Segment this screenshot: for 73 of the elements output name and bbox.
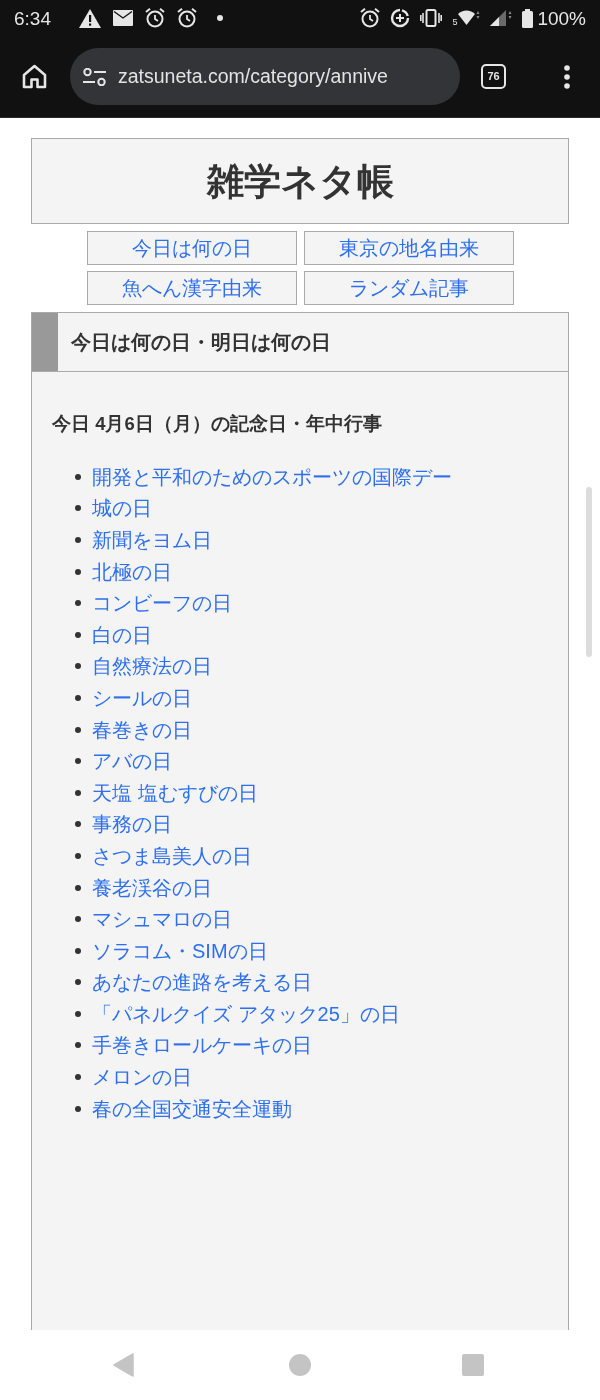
list-link[interactable]: 自然療法の日 <box>92 656 212 677</box>
list-link[interactable]: 事務の日 <box>92 814 172 835</box>
status-time: 6:34 <box>14 8 51 28</box>
list-link[interactable]: コンビーフの日 <box>92 593 232 614</box>
bullet-icon <box>75 1105 81 1112</box>
bullet-icon <box>75 1010 81 1017</box>
bullet-icon <box>75 758 81 765</box>
tab-switcher-button[interactable]: 76 <box>481 64 506 89</box>
list-link[interactable]: さつま島美人の日 <box>92 845 252 866</box>
bullet-icon <box>75 821 81 828</box>
alarm-clock-icon <box>177 8 197 28</box>
bullet-icon <box>75 726 81 733</box>
bullet-icon <box>75 631 81 638</box>
tune-icon[interactable] <box>83 67 106 86</box>
dot-icon <box>217 15 223 21</box>
date-heading: 今日 4月6日（月）の記念日・年中行事 <box>52 413 382 434</box>
list-link[interactable]: ソラコム・SIMの日 <box>92 940 268 961</box>
section-heading: 今日は何の日・明日は何の日 <box>71 332 331 352</box>
bullet-icon <box>75 568 81 575</box>
nav-link-button[interactable]: 東京の地名由来 <box>303 231 514 265</box>
nav-link-button[interactable]: 魚へん漢字由来 <box>86 271 297 305</box>
wifi-band-label: 5 <box>452 18 458 27</box>
battery-icon <box>522 8 534 28</box>
list-link[interactable]: 天塩 塩むすびの日 <box>92 782 258 803</box>
mail-icon <box>113 10 133 26</box>
bullet-icon <box>75 694 81 701</box>
battery-percentage: 100% <box>537 8 586 28</box>
home-icon[interactable] <box>22 64 47 89</box>
bullet-icon <box>75 916 81 923</box>
data-saver-icon <box>390 8 411 28</box>
signal-icon <box>490 9 513 27</box>
site-title[interactable]: 雑学ネタ帳 <box>206 162 394 200</box>
scrollbar[interactable] <box>586 487 592 657</box>
url-text[interactable]: zatsuneta.com/category/annive <box>118 66 388 87</box>
list-link[interactable]: 春巻きの日 <box>92 719 192 740</box>
bullet-icon <box>75 884 81 891</box>
alarm-clock-icon <box>145 8 165 28</box>
bullet-icon <box>75 852 81 859</box>
list-link[interactable]: 手巻きロールケーキの日 <box>92 1035 312 1056</box>
list-link[interactable]: マシュマロの日 <box>92 909 232 930</box>
nav-link-button[interactable]: 今日は何の日 <box>86 231 297 265</box>
list-link[interactable]: アバの日 <box>92 751 172 772</box>
wifi-icon <box>458 9 481 27</box>
list-link[interactable]: 春の全国交通安全運動 <box>92 1098 292 1119</box>
list-link[interactable]: 白の日 <box>92 624 152 645</box>
recents-icon[interactable] <box>462 1354 484 1376</box>
more-menu-icon[interactable] <box>564 64 570 89</box>
bullet-icon <box>75 789 81 796</box>
bullet-icon <box>75 1074 81 1081</box>
list-link[interactable]: メロンの日 <box>92 1067 192 1088</box>
list-link[interactable]: あなたの進路を考える日 <box>92 972 312 993</box>
back-icon[interactable] <box>113 1353 134 1377</box>
bullet-icon <box>75 537 81 543</box>
warning-icon <box>79 8 101 28</box>
bullet-icon <box>75 947 81 954</box>
bullet-icon <box>75 979 81 986</box>
list-link[interactable]: 開発と平和のためのスポーツの国際デー <box>92 466 452 487</box>
list-link[interactable]: シールの日 <box>92 687 192 708</box>
list-link[interactable]: 養老渓谷の日 <box>92 877 212 898</box>
bullet-icon <box>75 600 81 607</box>
list-link[interactable]: 城の日 <box>92 498 152 519</box>
bullet-icon <box>75 505 81 512</box>
alarm-clock-icon <box>360 8 381 28</box>
list-link[interactable]: 「パネルクイズ アタック25」の日 <box>92 1003 400 1024</box>
bullet-icon <box>75 1042 81 1049</box>
bullet-icon <box>75 663 81 670</box>
heading-accent-bar <box>32 313 58 371</box>
vibrate-icon <box>420 9 443 27</box>
address-bar[interactable]: zatsuneta.com/category/annive <box>70 48 460 105</box>
list-link[interactable]: 北極の日 <box>92 561 172 582</box>
bullet-icon <box>75 473 81 480</box>
list-link[interactable]: 新聞をヨム日 <box>92 530 212 550</box>
nav-link-button[interactable]: ランダム記事 <box>303 271 514 305</box>
